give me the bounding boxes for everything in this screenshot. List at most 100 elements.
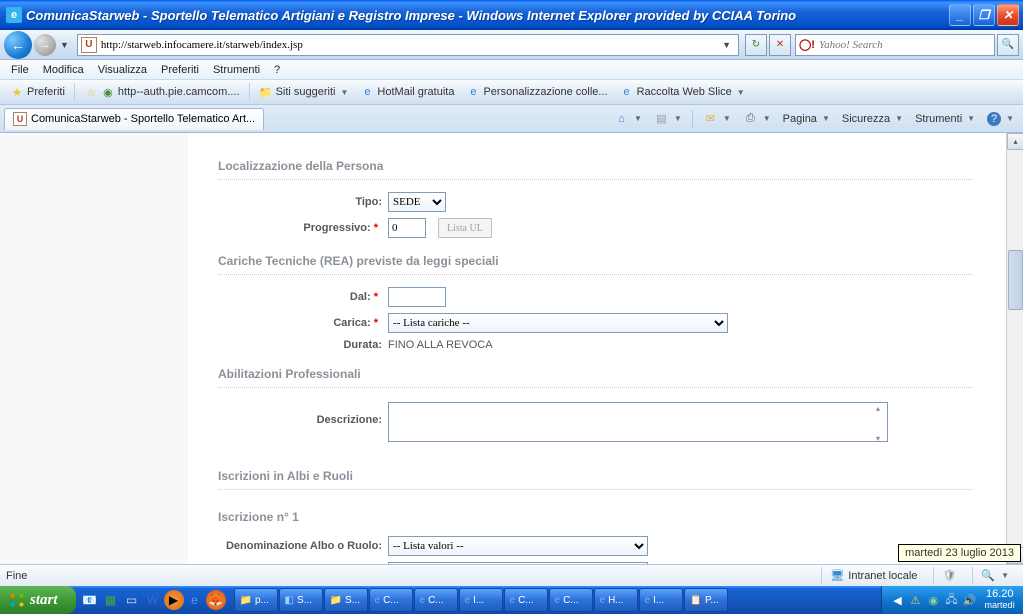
- tray-icon[interactable]: ⚠: [908, 593, 922, 607]
- print-button[interactable]: ⎙▼: [738, 109, 776, 128]
- back-button[interactable]: ←: [4, 31, 32, 59]
- ql-firefox-icon[interactable]: 🦊: [206, 590, 226, 610]
- search-input[interactable]: [819, 39, 991, 51]
- section-iscrizione-1: Iscrizione n° 1: [218, 504, 973, 530]
- task-btn[interactable]: eI...: [459, 588, 503, 612]
- search-box[interactable]: ◯!: [795, 34, 995, 56]
- refresh-button[interactable]: ↻: [745, 34, 767, 56]
- scroll-thumb[interactable]: [1008, 250, 1023, 310]
- tools-menu[interactable]: Strumenti ▼: [910, 111, 980, 127]
- fav-webslice[interactable]: e Raccolta Web Slice ▼: [614, 83, 751, 101]
- ql-word-icon[interactable]: W: [143, 590, 163, 610]
- address-input[interactable]: [101, 39, 718, 51]
- menu-visualizza[interactable]: Visualizza: [91, 62, 154, 78]
- fav-link-auth[interactable]: ☆ ◉ http--auth.pie.camcom....: [78, 83, 246, 101]
- address-bar[interactable]: U ▼: [77, 34, 739, 56]
- feeds-button[interactable]: ▤▼: [649, 109, 687, 128]
- carica-label: Carica: *: [218, 317, 388, 329]
- page-menu[interactable]: Pagina ▼: [778, 111, 835, 127]
- help-icon: ?: [987, 112, 1001, 126]
- vertical-scrollbar[interactable]: ▴ ▾: [1006, 133, 1023, 564]
- ie-page-icon: e: [466, 85, 480, 99]
- tipo-label: Tipo:: [218, 196, 388, 208]
- progressivo-input[interactable]: [388, 218, 426, 238]
- section-cariche: Cariche Tecniche (REA) previste da leggi…: [218, 248, 973, 275]
- tray-volume-icon[interactable]: 🔊: [962, 593, 976, 607]
- section-iscrizioni: Iscrizioni in Albi e Ruoli: [218, 463, 973, 490]
- home-button[interactable]: ⌂▼: [609, 109, 647, 128]
- search-go-button[interactable]: 🔍: [997, 34, 1019, 56]
- ql-outlook-icon[interactable]: 📧: [80, 590, 100, 610]
- tray-icon[interactable]: ◀: [890, 593, 904, 607]
- denominazione-select[interactable]: -- Lista valori --: [388, 536, 648, 556]
- address-dropdown[interactable]: ▼: [722, 40, 731, 50]
- tray-network-icon[interactable]: 🖧: [944, 593, 958, 607]
- mail-icon: ✉: [703, 111, 718, 126]
- dal-label: Dal: *: [218, 291, 388, 303]
- fav-personalizzazione[interactable]: e Personalizzazione colle...: [460, 83, 613, 101]
- ql-excel-icon[interactable]: ▦: [101, 590, 121, 610]
- menu-file[interactable]: File: [4, 62, 36, 78]
- task-btn[interactable]: eC...: [414, 588, 458, 612]
- textarea-scroll-down[interactable]: ▾: [870, 434, 886, 443]
- nav-history-dropdown[interactable]: ▼: [60, 40, 69, 50]
- stop-button[interactable]: ✕: [769, 34, 791, 56]
- system-tray: ◀ ⚠ ◉ 🖧 🔊 16.20 martedì: [881, 586, 1023, 614]
- fav-siti-suggeriti[interactable]: 📁 Siti suggeriti ▼: [253, 83, 355, 101]
- carica-select[interactable]: -- Lista cariche --: [388, 313, 728, 333]
- task-btn[interactable]: 📋P...: [684, 588, 728, 612]
- menu-modifica[interactable]: Modifica: [36, 62, 91, 78]
- mail-button[interactable]: ✉▼: [698, 109, 736, 128]
- status-zoom[interactable]: 🔍▼: [972, 567, 1017, 584]
- ie-page-icon: e: [360, 85, 374, 99]
- dal-input[interactable]: [388, 287, 446, 307]
- browser-tab[interactable]: U ComunicaStarweb - Sportello Telematico…: [4, 108, 264, 130]
- menu-help[interactable]: ?: [267, 62, 287, 78]
- task-btn[interactable]: ◧S...: [279, 588, 323, 612]
- ql-wmp-icon[interactable]: ▶: [164, 590, 184, 610]
- close-button[interactable]: ✕: [997, 4, 1019, 26]
- section-localizzazione: Localizzazione della Persona: [218, 153, 973, 180]
- help-button[interactable]: ?▼: [982, 110, 1019, 128]
- task-btn[interactable]: eC...: [549, 588, 593, 612]
- scroll-up-button[interactable]: ▴: [1007, 133, 1023, 150]
- descrizione-textarea[interactable]: [388, 402, 888, 442]
- folder-icon: 📁: [259, 85, 273, 99]
- quick-launch: 📧 ▦ ▭ W ▶ e 🦊: [80, 590, 226, 610]
- task-btn[interactable]: eC...: [504, 588, 548, 612]
- star-icon: ★: [10, 85, 24, 99]
- favorites-bar: ★ Preferiti ☆ ◉ http--auth.pie.camcom...…: [0, 80, 1023, 105]
- ie-icon: e: [6, 7, 22, 23]
- durata-value: FINO ALLA REVOCA: [388, 339, 493, 351]
- task-btn[interactable]: 📁S...: [324, 588, 368, 612]
- ql-desktop-icon[interactable]: ▭: [122, 590, 142, 610]
- maximize-button[interactable]: ❐: [973, 4, 995, 26]
- clock[interactable]: 16.20 martedì: [984, 589, 1015, 611]
- task-btn[interactable]: 📁p...: [234, 588, 278, 612]
- status-protected-mode: 🛡: [933, 567, 964, 584]
- tab-bar: U ComunicaStarweb - Sportello Telematico…: [0, 105, 1023, 133]
- textarea-scroll-up[interactable]: ▴: [870, 404, 886, 413]
- task-btn[interactable]: eI...: [639, 588, 683, 612]
- task-btn[interactable]: eH...: [594, 588, 638, 612]
- status-zone[interactable]: 🖥 Intranet locale: [821, 567, 925, 584]
- tipo-select[interactable]: SEDE: [388, 192, 446, 212]
- minimize-button[interactable]: _: [949, 4, 971, 26]
- security-menu[interactable]: Sicurezza ▼: [837, 111, 908, 127]
- menu-strumenti[interactable]: Strumenti: [206, 62, 267, 78]
- section-abilitazioni: Abilitazioni Professionali: [218, 361, 973, 388]
- chevron-down-icon: ▼: [341, 88, 349, 97]
- task-btn[interactable]: eC...: [369, 588, 413, 612]
- date-tooltip: martedì 23 luglio 2013: [898, 544, 1021, 562]
- start-button[interactable]: start: [0, 586, 76, 614]
- menu-preferiti[interactable]: Preferiti: [154, 62, 206, 78]
- favorites-button[interactable]: ★ Preferiti: [4, 83, 71, 101]
- taskbar-buttons: 📁p... ◧S... 📁S... eC... eC... eI... eC..…: [234, 588, 882, 612]
- ql-ie-icon[interactable]: e: [185, 590, 205, 610]
- windows-logo-icon: [8, 591, 26, 609]
- tray-icon[interactable]: ◉: [926, 593, 940, 607]
- print-icon: ⎙: [743, 111, 758, 126]
- fav-hotmail[interactable]: e HotMail gratuita: [354, 83, 460, 101]
- lista-ul-button[interactable]: Lista UL: [438, 218, 492, 238]
- forward-button[interactable]: →: [34, 34, 56, 56]
